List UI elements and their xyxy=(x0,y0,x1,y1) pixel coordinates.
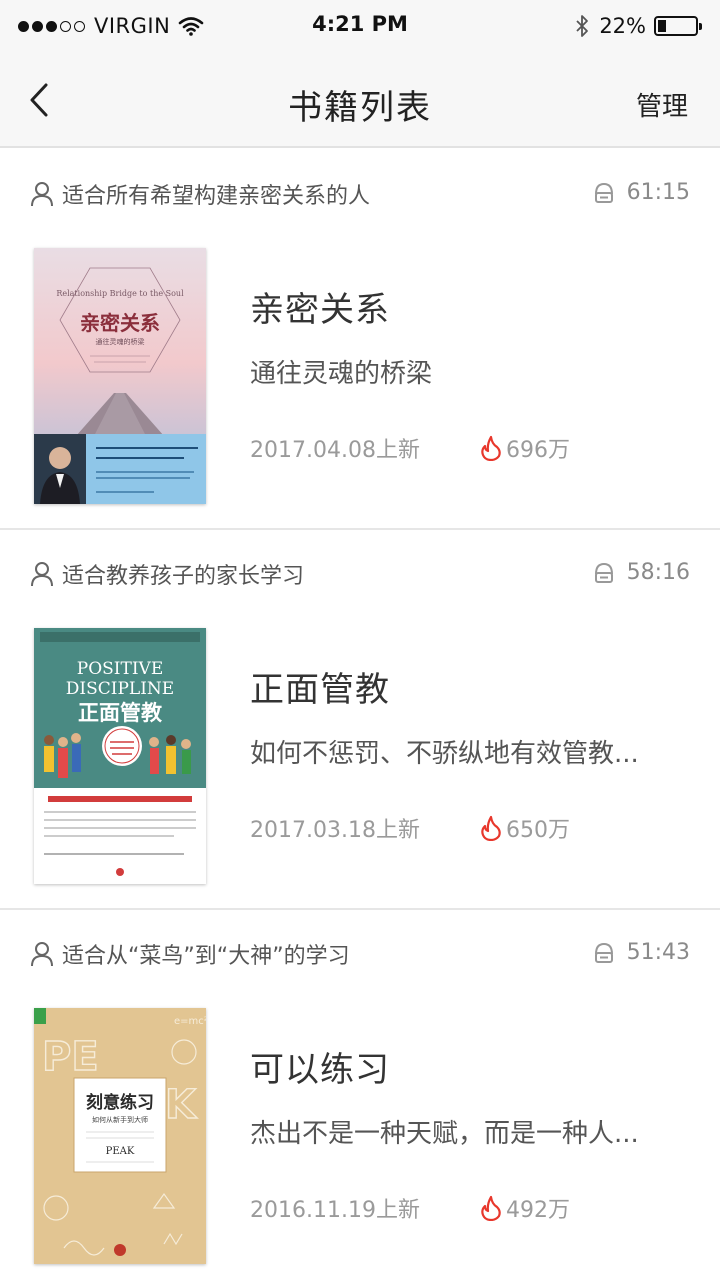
book-cover-image: Relationship Bridge to the Soul 亲密关系 通往灵… xyxy=(34,248,206,504)
duration-text: 61:15 xyxy=(626,180,690,205)
audience-text: 适合从“菜鸟”到“大神”的学习 xyxy=(62,944,350,969)
cover-formula: e=mc² xyxy=(174,1016,206,1027)
play-count: 696万 xyxy=(506,438,570,463)
cover-subtitle: 通往灵魂的桥梁 xyxy=(96,337,145,346)
battery-status: 22% xyxy=(575,12,702,40)
book-subtitle: 如何不惩罚、不骄纵地有效管教... xyxy=(250,739,639,769)
duration-text: 51:43 xyxy=(626,940,690,965)
headphone-icon xyxy=(594,562,613,583)
book-cover-image: e=mc² PE AK 刻意练习 如何从新手到大师 PEAK xyxy=(34,1008,206,1264)
book-info: 亲密关系 通往灵魂的桥梁 2017.04.08上新 696万 xyxy=(250,282,690,464)
navigation-bar: 书籍列表 管理 xyxy=(0,52,720,148)
page-title: 书籍列表 xyxy=(288,88,432,128)
svg-text:PE: PE xyxy=(42,1034,99,1080)
book-meta: 2017.03.18上新 650万 xyxy=(250,812,690,844)
headphone-icon xyxy=(594,182,613,203)
bluetooth-icon xyxy=(576,15,589,37)
book-cover[interactable]: Relationship Bridge to the Soul 亲密关系 通往灵… xyxy=(34,248,206,504)
duration-label: 61:15 xyxy=(593,180,690,205)
person-icon xyxy=(31,182,53,207)
book-item[interactable]: 适合从“菜鸟”到“大神”的学习 51:43 e=mc² PE AK xyxy=(0,910,720,1280)
battery-icon xyxy=(654,16,702,36)
cover-en-line1: POSITIVE xyxy=(77,659,163,679)
flame-icon xyxy=(481,815,501,841)
cover-en-title: Relationship Bridge to the Soul xyxy=(56,289,184,298)
book-cover-image: POSITIVE DISCIPLINE 正面管教 xyxy=(34,628,206,884)
audience-text: 适合教养孩子的家长学习 xyxy=(62,564,305,589)
book-title: 正面管教 xyxy=(250,670,390,710)
cover-title: 正面管教 xyxy=(78,701,163,725)
headphone-icon xyxy=(594,942,613,963)
release-date: 2016.11.19上新 xyxy=(250,1198,420,1223)
play-count: 492万 xyxy=(506,1198,570,1223)
play-count: 650万 xyxy=(506,818,570,843)
book-subtitle: 通往灵魂的桥梁 xyxy=(250,359,433,389)
flame-icon xyxy=(481,435,501,461)
audience-label: 适合所有希望构建亲密关系的人 xyxy=(30,178,370,210)
duration-text: 58:16 xyxy=(626,560,690,585)
flame-icon xyxy=(481,1195,501,1221)
cover-en-title: PEAK xyxy=(106,1146,135,1157)
audience-label: 适合教养孩子的家长学习 xyxy=(30,558,304,590)
person-icon xyxy=(31,562,53,587)
book-subtitle: 杰出不是一种天赋，而是一种人... xyxy=(250,1119,639,1149)
manage-button[interactable]: 管理 xyxy=(636,86,688,123)
book-cover[interactable]: e=mc² PE AK 刻意练习 如何从新手到大师 PEAK xyxy=(34,1008,206,1264)
book-info: 正面管教 如何不惩罚、不骄纵地有效管教... 2017.03.18上新 650万 xyxy=(250,662,690,844)
cover-en-line2: DISCIPLINE xyxy=(66,679,174,699)
audience-text: 适合所有希望构建亲密关系的人 xyxy=(62,184,371,209)
book-info: 可以练习 杰出不是一种天赋，而是一种人... 2016.11.19上新 492万 xyxy=(250,1042,690,1224)
battery-level xyxy=(658,20,666,32)
duration-label: 51:43 xyxy=(593,940,690,965)
audience-label: 适合从“菜鸟”到“大神”的学习 xyxy=(30,938,350,970)
status-bar: VIRGIN 4:21 PM 22% xyxy=(0,0,720,52)
book-list: 适合所有希望构建亲密关系的人 61:15 Relationship Bridge… xyxy=(0,150,720,1280)
book-cover[interactable]: POSITIVE DISCIPLINE 正面管教 xyxy=(34,628,206,884)
cover-title: 刻意练习 xyxy=(86,1092,154,1113)
duration-label: 58:16 xyxy=(593,560,690,585)
cover-title: 亲密关系 xyxy=(80,311,160,335)
release-date: 2017.04.08上新 xyxy=(250,438,420,463)
book-meta: 2017.04.08上新 696万 xyxy=(250,432,690,464)
book-item[interactable]: 适合教养孩子的家长学习 58:16 POSITIVE DISCIPLINE 正面… xyxy=(0,530,720,910)
book-meta: 2016.11.19上新 492万 xyxy=(250,1192,690,1224)
book-item[interactable]: 适合所有希望构建亲密关系的人 61:15 Relationship Bridge… xyxy=(0,150,720,530)
book-title: 可以练习 xyxy=(250,1050,390,1090)
person-icon xyxy=(31,942,53,967)
battery-percent: 22% xyxy=(599,14,646,38)
cover-subtitle: 如何从新手到大师 xyxy=(92,1115,148,1124)
release-date: 2017.03.18上新 xyxy=(250,818,420,843)
book-title: 亲密关系 xyxy=(250,290,390,330)
